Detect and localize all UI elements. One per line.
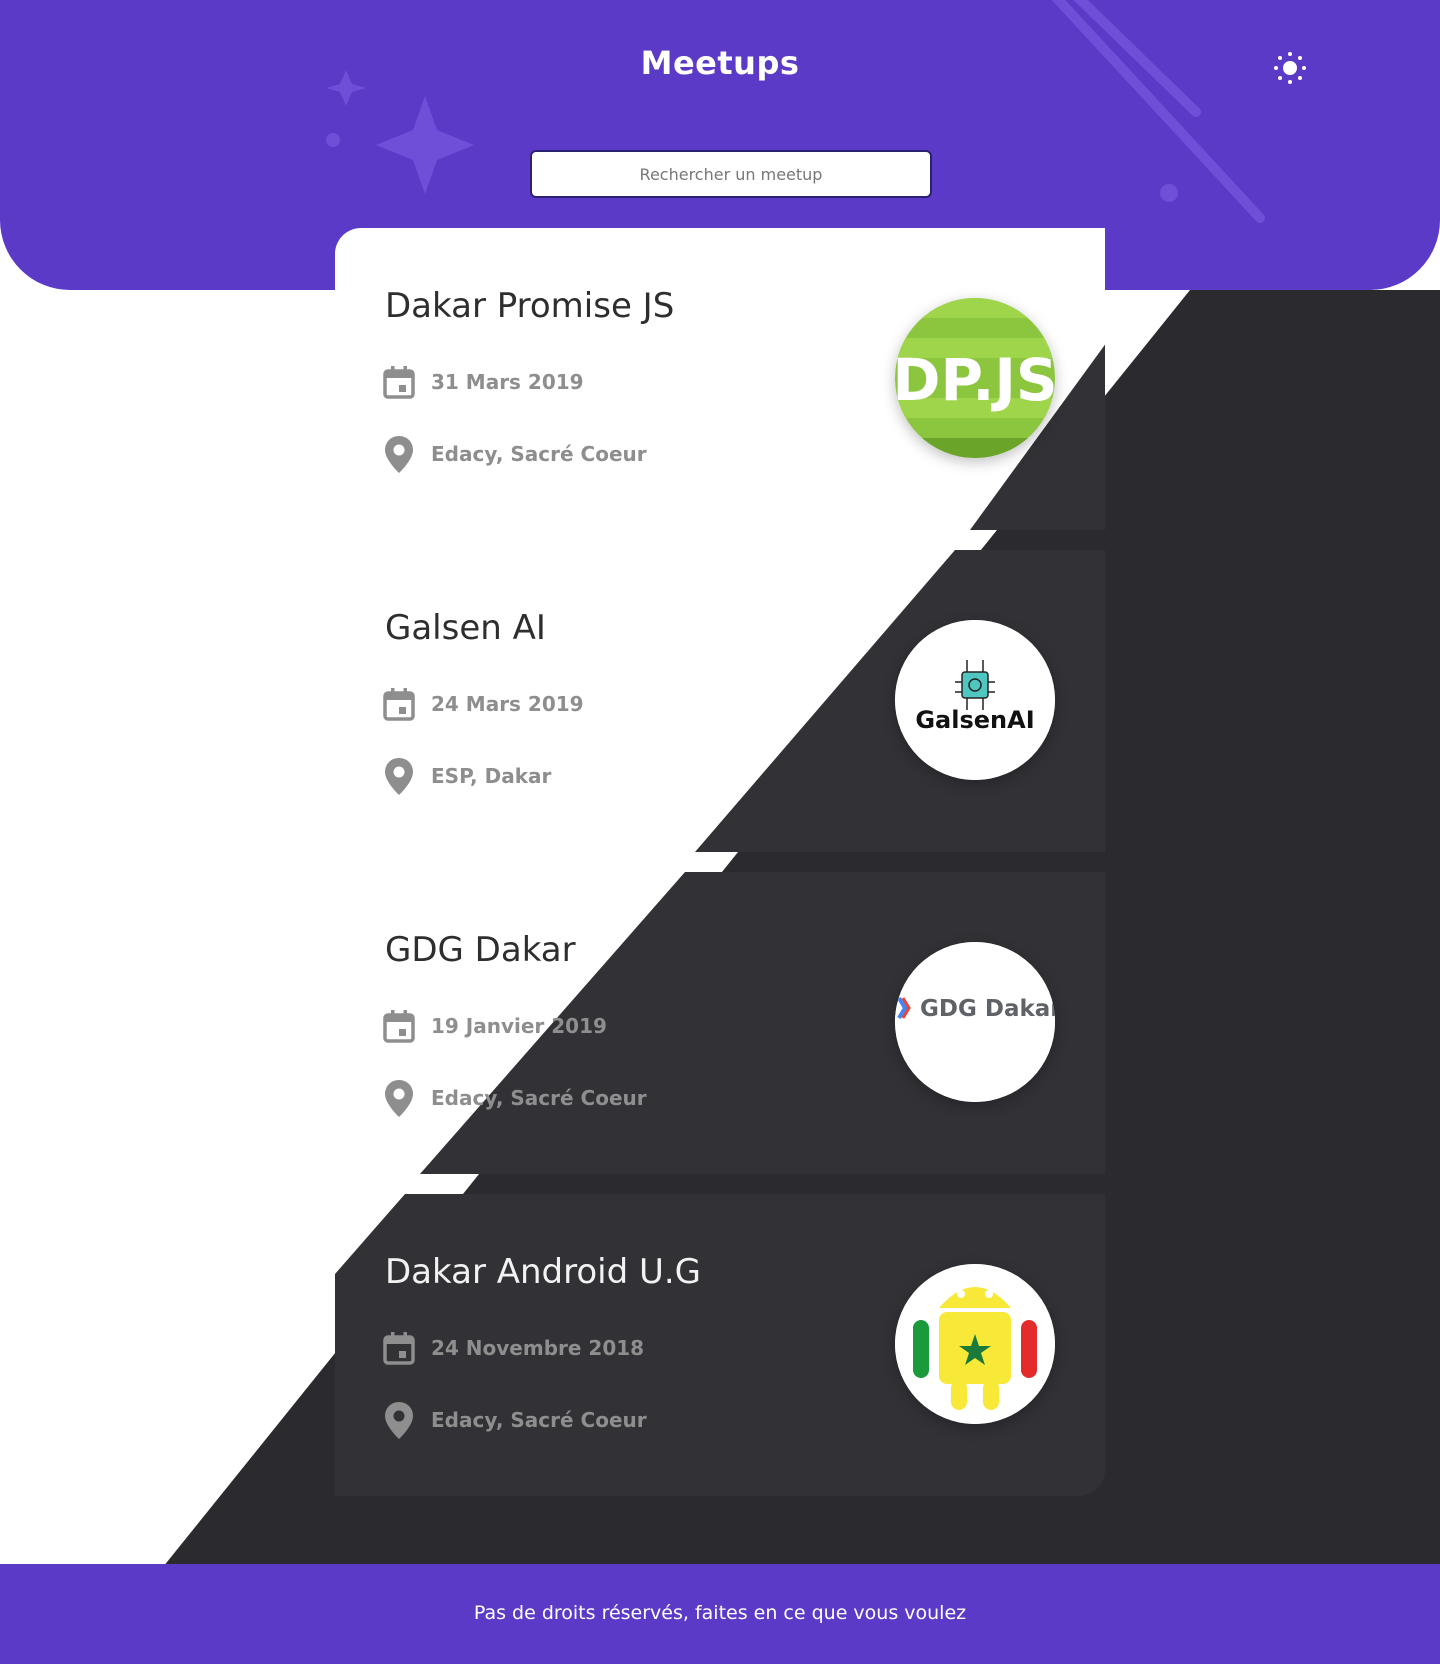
- meetup-date: 24 Novembre 2018: [383, 1328, 644, 1368]
- meetup-list: Dakar Promise JS 31 Mars 2019 Edacy, Sac…: [335, 228, 1105, 1516]
- meetup-location-text: Edacy, Sacré Coeur: [431, 1086, 647, 1110]
- location-pin-icon: [383, 1400, 415, 1440]
- meetup-location-text: Edacy, Sacré Coeur: [431, 1408, 647, 1432]
- meetup-date: 24 Mars 2019: [383, 684, 584, 724]
- calendar-icon: [383, 1006, 415, 1046]
- meetup-card[interactable]: GDG Dakar 19 Janvier 2019 Edacy, Sacré C…: [335, 872, 1105, 1174]
- meetup-date-text: 24 Novembre 2018: [431, 1336, 645, 1360]
- logo-text: DP.JS: [895, 346, 1055, 414]
- meetup-location: Edacy, Sacré Coeur: [383, 434, 647, 474]
- galsen-ai-logo: GalsenAI: [895, 620, 1055, 780]
- meetup-title: Galsen AI: [385, 608, 546, 648]
- meetup-location-text: Edacy, Sacré Coeur: [431, 442, 647, 466]
- meetup-date: 19 Janvier 2019: [383, 1006, 607, 1046]
- calendar-icon: [383, 1328, 415, 1368]
- theme-toggle-button[interactable]: [1270, 48, 1310, 88]
- meetup-date-text: 19 Janvier 2019: [431, 1014, 607, 1038]
- logo-text: GDG Dakar: [920, 996, 1055, 1022]
- search-input[interactable]: [530, 150, 932, 198]
- meetup-title: Dakar Promise JS: [385, 286, 675, 326]
- meetup-title: Dakar Android U.G: [385, 1252, 702, 1292]
- meetup-date: 31 Mars 2019: [383, 362, 584, 402]
- calendar-icon: [383, 362, 415, 402]
- sun-icon: [1274, 52, 1306, 84]
- meetup-date-text: 24 Mars 2019: [431, 692, 584, 716]
- calendar-icon: [383, 684, 415, 724]
- meetup-card[interactable]: Galsen AI 24 Mars 2019 ESP, Dakar Galsen…: [335, 550, 1105, 852]
- footer: Pas de droits réservés, faites en ce que…: [0, 1564, 1440, 1664]
- location-pin-icon: [383, 756, 415, 796]
- meetup-location: Edacy, Sacré Coeur: [383, 1078, 647, 1118]
- location-pin-icon: [383, 1078, 415, 1118]
- meetup-location-text: ESP, Dakar: [431, 764, 552, 788]
- meetup-card[interactable]: Dakar Android U.G 24 Novembre 2018 Edacy…: [335, 1194, 1105, 1496]
- dakar-android-ug-logo: [895, 1264, 1055, 1424]
- footer-text: Pas de droits réservés, faites en ce que…: [473, 1602, 967, 1624]
- meetup-location: Edacy, Sacré Coeur: [383, 1400, 647, 1440]
- meetup-card[interactable]: Dakar Promise JS 31 Mars 2019 Edacy, Sac…: [335, 228, 1105, 530]
- gdg-dakar-logo: GDG Dakar: [895, 942, 1055, 1102]
- meetup-location: ESP, Dakar: [383, 756, 551, 796]
- meetup-date-text: 31 Mars 2019: [431, 370, 584, 394]
- app-title: Meetups: [640, 44, 800, 82]
- logo-text: GalsenAI: [915, 706, 1034, 734]
- location-pin-icon: [383, 434, 415, 474]
- dakar-promise-js-logo: DP.JS: [895, 298, 1055, 458]
- meetup-title: GDG Dakar: [385, 930, 576, 970]
